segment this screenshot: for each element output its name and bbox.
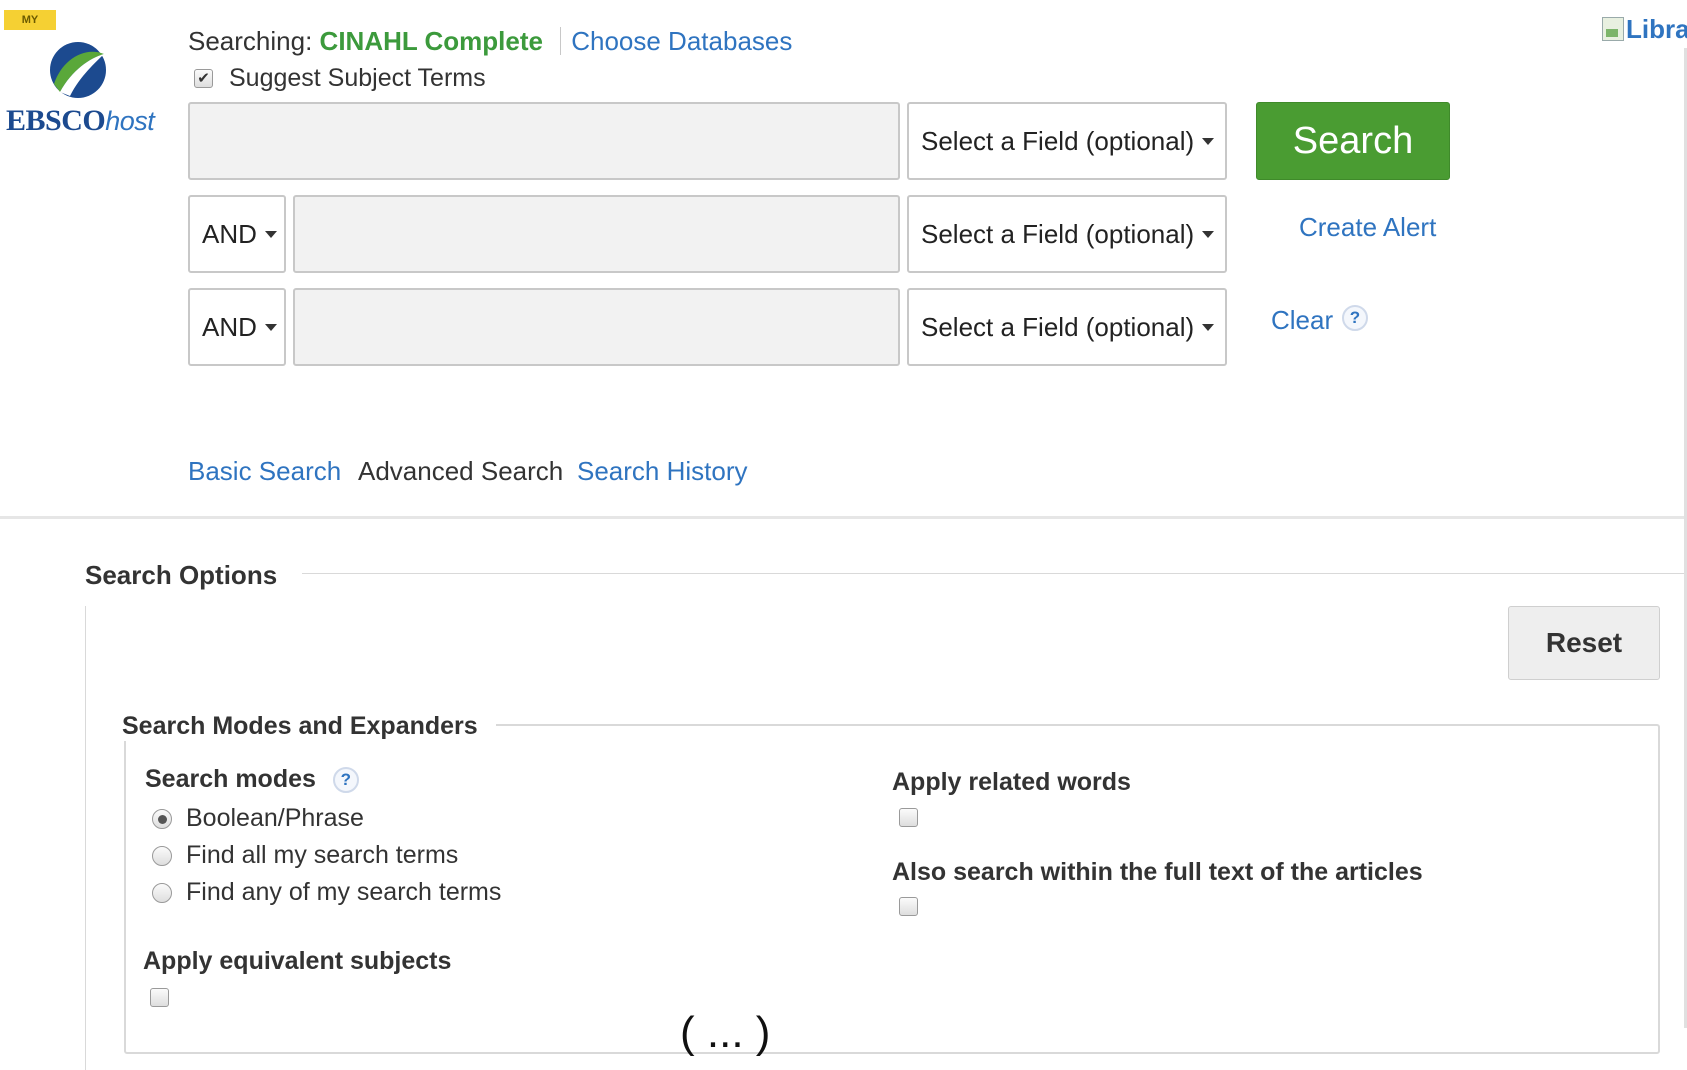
- field-select-1[interactable]: Select a Field (optional): [907, 102, 1227, 180]
- database-name: CINAHL Complete: [319, 26, 543, 56]
- suggest-subject-terms-label: Suggest Subject Terms: [229, 64, 486, 92]
- operator-select-2-label: AND: [202, 218, 257, 249]
- options-border: [85, 606, 86, 1070]
- operator-select-2[interactable]: AND: [188, 195, 286, 273]
- search-input-1[interactable]: [188, 102, 900, 180]
- mode-find-all[interactable]: Find all my search terms: [152, 841, 458, 870]
- clear-link[interactable]: Clear: [1271, 305, 1333, 336]
- search-history-link[interactable]: Search History: [577, 456, 748, 487]
- operator-select-3-label: AND: [202, 311, 257, 342]
- radio[interactable]: [152, 845, 172, 866]
- search-input-2[interactable]: [293, 195, 900, 273]
- suggest-subject-terms-checkbox[interactable]: ✔: [194, 69, 213, 88]
- field-select-3[interactable]: Select a Field (optional): [907, 288, 1227, 366]
- mode-label: Find any of my search terms: [186, 878, 502, 906]
- full-text-search-label: Also search within the full text of the …: [892, 858, 1423, 886]
- library-logo-image[interactable]: Libra: [1602, 14, 1687, 45]
- mode-label: Find all my search terms: [186, 841, 459, 869]
- search-options-title: Search Options: [85, 560, 278, 590]
- apply-equivalent-subjects-label: Apply equivalent subjects: [143, 947, 452, 975]
- separator: [560, 27, 562, 55]
- apply-related-words-checkbox[interactable]: [899, 808, 918, 827]
- ebscohost-logo[interactable]: EBSCOhost: [6, 104, 155, 138]
- field-select-1-label: Select a Field (optional): [921, 125, 1195, 156]
- mode-label: Boolean/Phrase: [186, 804, 364, 832]
- library-image-alt: Libra: [1626, 14, 1687, 44]
- options-divider: [302, 573, 1687, 574]
- radio[interactable]: [152, 882, 172, 903]
- search-modes-label: Search modes ?: [145, 765, 359, 794]
- modes-expanders-title: Search Modes and Expanders: [114, 712, 496, 741]
- suggest-subject-terms: ✔ Suggest Subject Terms: [194, 64, 486, 93]
- apply-related-words-label: Apply related words: [892, 768, 1131, 796]
- chevron-down-icon: [1202, 230, 1215, 238]
- advanced-search-tab: Advanced Search: [358, 456, 564, 486]
- field-select-3-label: Select a Field (optional): [921, 311, 1195, 342]
- mode-find-any[interactable]: Find any of my search terms: [152, 878, 501, 907]
- my-badge[interactable]: MY: [4, 10, 56, 30]
- chevron-down-icon: [264, 323, 277, 331]
- chevron-down-icon: [1202, 323, 1215, 331]
- searching-line: Searching: CINAHL Complete Choose Databa…: [188, 26, 792, 57]
- logo-suffix: host: [105, 106, 155, 136]
- full-text-search-checkbox[interactable]: [899, 897, 918, 916]
- search-input-3[interactable]: [293, 288, 900, 366]
- reset-button[interactable]: Reset: [1508, 606, 1660, 680]
- header-divider: [0, 516, 1687, 519]
- ebsco-logo-icon: [50, 42, 106, 98]
- field-select-2-label: Select a Field (optional): [921, 218, 1195, 249]
- broken-image-icon: [1602, 17, 1624, 41]
- searching-label: Searching:: [188, 26, 313, 56]
- chevron-down-icon: [1202, 137, 1215, 145]
- search-modes-text: Search modes: [145, 765, 316, 793]
- truncation-marker: ( ... ): [680, 1008, 771, 1057]
- chevron-down-icon: [264, 230, 277, 238]
- basic-search-link[interactable]: Basic Search: [188, 456, 341, 487]
- field-select-2[interactable]: Select a Field (optional): [907, 195, 1227, 273]
- choose-databases-link[interactable]: Choose Databases: [571, 26, 792, 56]
- radio-selected[interactable]: [152, 808, 172, 829]
- logo-brand: EBSCO: [6, 104, 106, 137]
- operator-select-3[interactable]: AND: [188, 288, 286, 366]
- create-alert-link[interactable]: Create Alert: [1299, 212, 1436, 243]
- mode-boolean-phrase[interactable]: Boolean/Phrase: [152, 804, 364, 833]
- apply-equivalent-subjects-checkbox[interactable]: [150, 988, 169, 1007]
- search-button[interactable]: Search: [1256, 102, 1450, 180]
- help-icon[interactable]: ?: [332, 767, 359, 793]
- help-icon[interactable]: ?: [1342, 305, 1368, 331]
